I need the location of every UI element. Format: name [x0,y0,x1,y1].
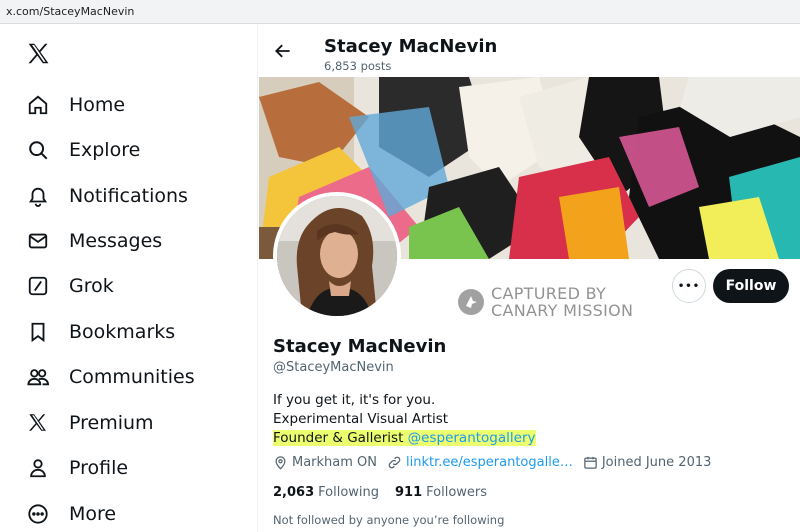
sidebar-item-label: Home [69,94,126,116]
join-date: Joined June 2013 [583,455,711,470]
bookmark-icon [26,320,50,344]
sidebar-item-label: Explore [69,139,141,161]
profile-main: Stacey MacNevin 6,853 posts CAPTURED BY … [259,24,800,532]
followers-link[interactable]: 911 Followers [395,485,487,500]
sidebar-item-grok[interactable]: Grok [26,271,114,301]
bell-icon [26,184,50,208]
profile-bio: If you get it, it's for you. Experimenta… [273,391,536,448]
grok-icon [26,274,50,298]
sidebar-item-label: Communities [69,366,195,388]
location: Markham ON [273,455,377,470]
x-logo[interactable] [26,41,54,69]
captured-by-watermark: CAPTURED BY CANARY MISSION [457,285,633,319]
mention-link[interactable]: @esperantogallery [408,430,536,446]
sidebar-item-label: Grok [69,275,114,297]
more-options-button[interactable]: ••• [672,269,706,303]
sidebar-item-label: More [69,503,117,525]
sidebar-item-label: Messages [69,230,163,252]
x-logo-icon [26,411,50,435]
profile-header: Stacey MacNevin 6,853 posts [259,24,800,77]
following-link[interactable]: 2,063 Following [273,485,379,500]
sidebar-item-label: Notifications [69,185,188,207]
follow-counts: 2,063 Following 911 Followers [273,485,503,500]
profile-avatar[interactable] [273,192,401,320]
home-icon [26,93,50,117]
follow-button[interactable]: Follow [713,269,789,303]
bio-line-highlighted: Founder & Gallerist @esperantogallery [273,430,536,446]
sidebar-item-more[interactable]: More [26,499,116,529]
profile-handle: @StaceyMacNevin [273,360,394,375]
sidebar-item-premium[interactable]: Premium [26,408,154,438]
watermark-line-2: CANARY MISSION [491,301,634,320]
person-icon [26,456,50,480]
profile-meta: Markham ON linktr.ee/esperantogalle… Joi… [273,455,721,470]
sidebar-item-profile[interactable]: Profile [26,453,128,483]
bio-line: If you get it, it's for you. [273,392,436,408]
header-name: Stacey MacNevin [324,36,498,57]
sidebar-item-explore[interactable]: Explore [26,135,140,165]
search-icon [26,138,50,162]
sidebar-item-bookmarks[interactable]: Bookmarks [26,317,175,347]
sidebar-item-notifications[interactable]: Notifications [26,181,188,211]
website[interactable]: linktr.ee/esperantogalle… [387,455,573,470]
bio-line: Experimental Visual Artist [273,411,449,427]
watermark-line-1: CAPTURED BY [491,284,607,303]
sidebar-item-label: Bookmarks [69,321,176,343]
browser-address-bar[interactable]: x.com/StaceyMacNevin [0,0,800,24]
sidebar-item-communities[interactable]: Communities [26,362,195,392]
sidebar: Home Explore Notifications Messages Grok… [0,24,258,532]
sidebar-item-home[interactable]: Home [26,90,125,120]
calendar-icon [584,456,597,469]
not-followed-notice: Not followed by anyone you’re following [273,513,505,527]
location-pin-icon [275,456,286,470]
canary-logo [458,289,484,315]
sidebar-item-label: Profile [69,457,129,479]
header-post-count: 6,853 posts [324,59,392,73]
people-icon [26,365,50,389]
url-text: x.com/StaceyMacNevin [6,5,135,18]
more-circle-icon [26,502,50,526]
profile-display-name: Stacey MacNevin [273,336,447,357]
back-arrow-icon[interactable] [273,41,295,63]
envelope-icon [26,229,50,253]
sidebar-item-messages[interactable]: Messages [26,226,162,256]
link-icon [388,456,401,469]
sidebar-item-label: Premium [69,412,154,434]
